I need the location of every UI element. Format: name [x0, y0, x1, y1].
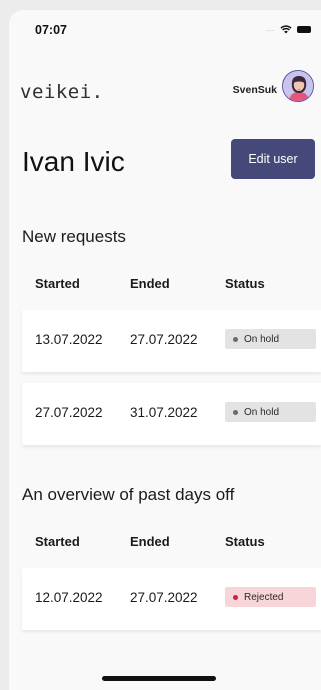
home-indicator[interactable] — [102, 676, 216, 681]
status-bar: 07:07 ..... — [9, 10, 321, 50]
request-row[interactable]: 13.07.2022 27.07.2022 On hold — [22, 310, 321, 372]
section-title-past-days-off: An overview of past days off — [22, 485, 235, 504]
wifi-icon — [280, 25, 292, 34]
past-day-off-row[interactable]: 12.07.2022 27.07.2022 Rejected — [22, 568, 321, 630]
request-ended: 31.07.2022 — [130, 405, 198, 420]
request-started: 27.07.2022 — [35, 405, 103, 420]
status-badge: On hold — [225, 329, 316, 349]
avatar-illustration — [283, 71, 313, 101]
app-header: veikei. SvenSuk — [9, 68, 321, 112]
column-header-ended: Ended — [130, 534, 170, 549]
day-off-ended: 27.07.2022 — [130, 590, 198, 605]
page-title: Ivan Ivic — [22, 146, 125, 177]
request-row[interactable]: 27.07.2022 31.07.2022 On hold — [22, 383, 321, 445]
status-dot-icon — [233, 409, 238, 415]
column-header-status: Status — [225, 534, 265, 549]
status-badge-label: On hold — [244, 333, 280, 345]
status-badge: Rejected — [225, 587, 316, 607]
signal-icon: ..... — [265, 26, 275, 33]
request-started: 13.07.2022 — [35, 332, 103, 347]
status-dot-icon — [233, 336, 238, 342]
edit-user-button[interactable]: Edit user — [231, 139, 315, 179]
status-time: 07:07 — [35, 23, 67, 37]
column-header-ended: Ended — [130, 276, 170, 291]
app-logo[interactable]: veikei. — [20, 81, 104, 103]
app-screen: 07:07 ..... veikei. SvenSuk Ivan Ivic Ed… — [9, 10, 321, 690]
status-badge-label: Rejected — [244, 591, 284, 603]
status-icons: ..... — [265, 25, 311, 34]
status-badge: On hold — [225, 402, 316, 422]
avatar-icon[interactable] — [282, 70, 314, 102]
battery-icon — [297, 26, 311, 33]
column-header-started: Started — [35, 276, 80, 291]
status-dot-icon — [233, 594, 238, 600]
request-ended: 27.07.2022 — [130, 332, 198, 347]
column-header-started: Started — [35, 534, 80, 549]
username-label: SvenSuk — [232, 84, 277, 96]
day-off-started: 12.07.2022 — [35, 590, 103, 605]
section-title-new-requests: New requests — [22, 227, 126, 246]
status-badge-label: On hold — [244, 406, 280, 418]
column-header-status: Status — [225, 276, 265, 291]
